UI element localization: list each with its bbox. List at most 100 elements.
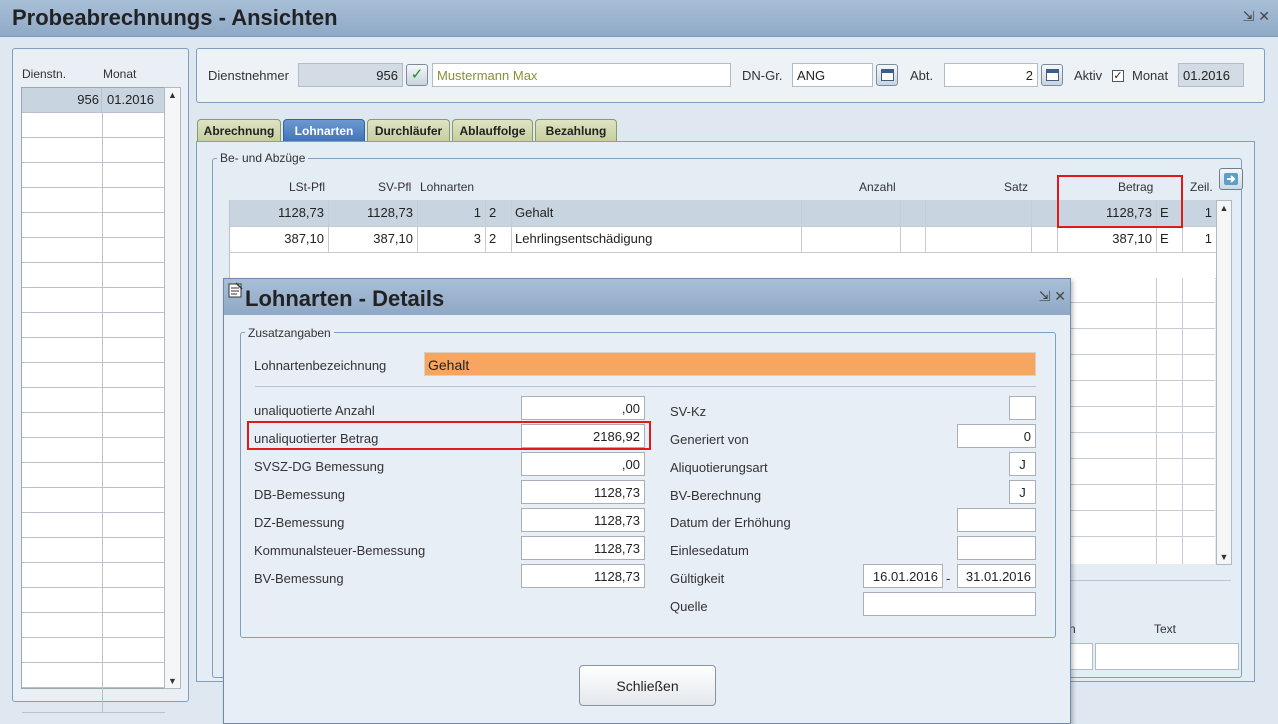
einlesedatum-field[interactable]: [957, 536, 1036, 560]
list-item-empty[interactable]: [22, 538, 165, 563]
employee-list-scrollbar[interactable]: ▲ ▼: [164, 87, 181, 689]
cell-monat: [103, 663, 167, 687]
datum-erhoehung-field[interactable]: [957, 508, 1036, 532]
col-header-anzahl[interactable]: Anzahl: [859, 180, 896, 194]
table-row-empty[interactable]: [230, 252, 1216, 279]
list-item-empty[interactable]: [22, 438, 165, 463]
abt-field[interactable]: 2: [944, 63, 1038, 87]
scroll-up-arrow-icon[interactable]: ▲: [1217, 203, 1231, 213]
col-header-satz[interactable]: Satz: [1004, 180, 1028, 194]
col-header-zeil[interactable]: Zeil.: [1190, 180, 1213, 194]
dienstnehmer-label: Dienstnehmer: [208, 68, 289, 83]
tab-durchlaeufer[interactable]: Durchläufer: [367, 119, 450, 142]
divider: [255, 386, 1036, 387]
bv-bemessung-label: BV-Bemessung: [254, 571, 344, 586]
col-header-lstpfl[interactable]: LSt-Pfl: [289, 180, 325, 194]
cell-monat: [103, 163, 167, 187]
bottom-text-field[interactable]: [1095, 643, 1239, 670]
bezeichnung-field[interactable]: Gehalt: [424, 352, 1036, 376]
list-item-empty[interactable]: [22, 388, 165, 413]
bv-bemessung-field[interactable]: 1128,73: [521, 564, 645, 588]
list-item-empty[interactable]: [22, 113, 165, 138]
list-item-empty[interactable]: [22, 488, 165, 513]
monat-field[interactable]: 01.2016: [1178, 63, 1244, 87]
kommunalsteuer-bemessung-field[interactable]: 1128,73: [521, 536, 645, 560]
cell-anzahl: [802, 226, 901, 252]
col-header-lohnarten[interactable]: Lohnarten: [420, 180, 474, 194]
generiert-von-label: Generiert von: [670, 432, 749, 447]
col-header-svpfl[interactable]: SV-Pfl: [378, 180, 411, 194]
cell-dienstn: 956: [22, 88, 102, 112]
cell-lohnart-typ: 2: [486, 200, 512, 226]
dngr-field[interactable]: ANG: [792, 63, 873, 87]
list-item-empty[interactable]: [22, 263, 165, 288]
list-item-empty[interactable]: [22, 413, 165, 438]
list-item-empty[interactable]: [22, 338, 165, 363]
cell-lohnart-nr: 3: [418, 226, 486, 252]
cell-monat: [103, 438, 167, 462]
scroll-down-arrow-icon[interactable]: ▼: [165, 676, 180, 686]
window-titlebar: Probeabrechnungs - Ansichten ⇲ ✕: [0, 0, 1278, 37]
col-header-dienstn[interactable]: Dienstn.: [22, 67, 66, 81]
abt-lookup-calendar-icon[interactable]: [1041, 64, 1063, 86]
confirm-check-icon[interactable]: ✓: [406, 64, 428, 86]
tab-lohnarten[interactable]: Lohnarten: [283, 119, 365, 142]
gueltig-von-field[interactable]: 16.01.2016: [863, 564, 943, 588]
bottom-n-field[interactable]: [1069, 643, 1093, 670]
list-item-empty[interactable]: [22, 513, 165, 538]
cell-dienstn: [22, 663, 103, 687]
list-item-empty[interactable]: [22, 163, 165, 188]
dienstnehmer-nr-field[interactable]: 956: [298, 63, 403, 87]
dialog-title: Lohnarten - Details: [245, 286, 445, 311]
generiert-von-field[interactable]: 0: [957, 424, 1036, 448]
aliquotierungsart-field[interactable]: J: [1009, 452, 1036, 476]
scroll-up-arrow-icon[interactable]: ▲: [165, 90, 180, 100]
gueltig-bis-field[interactable]: 31.01.2016: [957, 564, 1036, 588]
tab-bezahlung[interactable]: Bezahlung: [535, 119, 617, 142]
svkz-field[interactable]: [1009, 396, 1036, 420]
list-item-empty[interactable]: [22, 588, 165, 613]
list-item-empty[interactable]: [22, 313, 165, 338]
dialog-titlebar: Lohnarten - Details ⇲ ✕: [224, 279, 1070, 315]
cell-svpfl: 1128,73: [329, 200, 418, 226]
list-item-empty[interactable]: [22, 138, 165, 163]
cell-monat: [103, 588, 167, 612]
scroll-down-arrow-icon[interactable]: ▼: [1217, 552, 1231, 562]
list-item-empty[interactable]: [22, 663, 165, 688]
dialog-controls[interactable]: ⇲ ✕: [1039, 288, 1066, 305]
list-item[interactable]: 956 01.2016: [22, 88, 165, 113]
dz-bemessung-field[interactable]: 1128,73: [521, 508, 645, 532]
dngr-lookup-calendar-icon[interactable]: [876, 64, 898, 86]
db-bemessung-field[interactable]: 1128,73: [521, 480, 645, 504]
cell-dienstn: [22, 513, 103, 537]
cell-betrag: 387,10: [1058, 226, 1157, 252]
bv-berechnung-field[interactable]: J: [1009, 480, 1036, 504]
col-header-monat[interactable]: Monat: [103, 67, 136, 81]
table-row[interactable]: 387,10 387,10 3 2 Lehrlingsentschädigung…: [230, 226, 1216, 253]
dienstnehmer-name-field[interactable]: Mustermann Max: [432, 63, 731, 87]
window-controls[interactable]: ⇲ ✕: [1243, 8, 1270, 25]
list-item-empty[interactable]: [22, 638, 165, 663]
svkz-label: SV-Kz: [670, 404, 707, 419]
list-item-empty[interactable]: [22, 188, 165, 213]
quelle-field[interactable]: [863, 592, 1036, 616]
close-button[interactable]: Schließen: [579, 665, 716, 706]
tab-abrechnung[interactable]: Abrechnung: [197, 119, 281, 142]
list-item-empty[interactable]: [22, 563, 165, 588]
list-item-empty[interactable]: [22, 213, 165, 238]
list-item-empty[interactable]: [22, 238, 165, 263]
unaliquotierte-anzahl-field[interactable]: ,00: [521, 396, 645, 420]
cell-dienstn: [22, 638, 103, 662]
list-item-empty[interactable]: [22, 288, 165, 313]
grid-scrollbar[interactable]: ▲ ▼: [1216, 200, 1232, 565]
aktiv-checkbox[interactable]: ✓: [1112, 70, 1124, 82]
list-item-empty[interactable]: [22, 613, 165, 638]
list-item-empty[interactable]: [22, 463, 165, 488]
list-item-empty[interactable]: [22, 363, 165, 388]
list-item-empty[interactable]: [22, 688, 165, 713]
cell-monat: 01.2016: [107, 92, 154, 107]
forward-arrow-icon[interactable]: [1219, 168, 1243, 190]
svsz-dg-bemessung-field[interactable]: ,00: [521, 452, 645, 476]
tab-ablauffolge[interactable]: Ablauffolge: [452, 119, 533, 142]
datum-erhoehung-label: Datum der Erhöhung: [670, 515, 791, 530]
